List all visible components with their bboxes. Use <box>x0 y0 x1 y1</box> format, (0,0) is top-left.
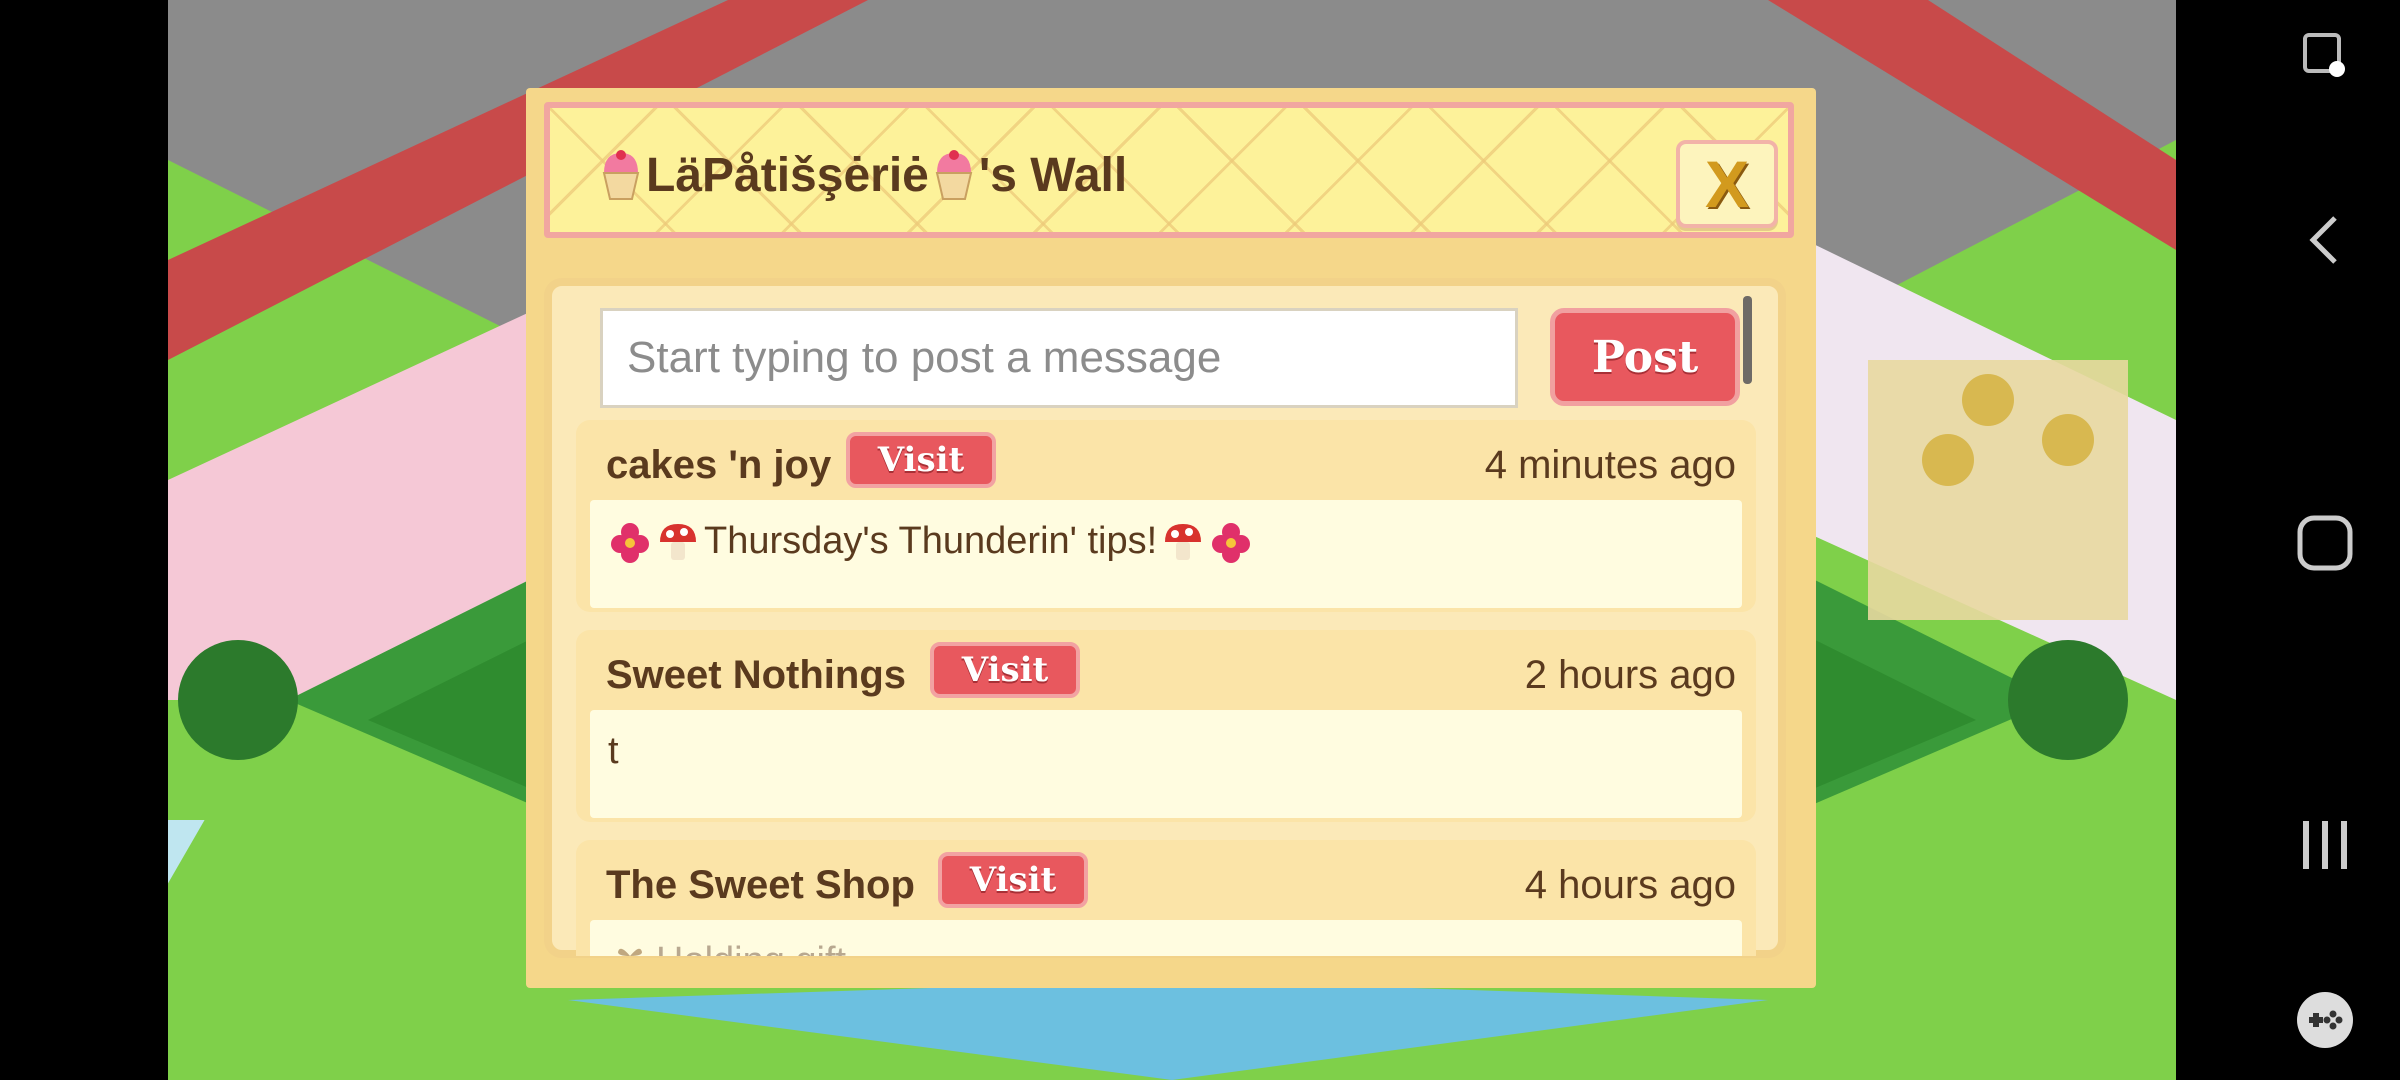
game-tools-icon <box>2297 992 2353 1048</box>
wall-post: The Sweet Shop Visit 4 hours ago Holding… <box>576 840 1756 956</box>
back-icon <box>2309 216 2337 264</box>
post-message: Holding gift <box>590 920 1742 956</box>
screen-capture-icon <box>2303 33 2345 77</box>
wall-header: LäPåtišşėriė 's Wall <box>544 102 1794 238</box>
game-tools-button[interactable] <box>2290 985 2360 1055</box>
post-author: Sweet Nothings <box>606 653 907 697</box>
close-button[interactable]: X <box>1676 140 1778 228</box>
visit-button[interactable]: Visit <box>930 642 1080 698</box>
recents-button[interactable] <box>2290 810 2360 880</box>
post-message: t <box>590 710 1742 818</box>
visit-button[interactable]: Visit <box>938 852 1088 908</box>
back-button[interactable] <box>2290 205 2360 275</box>
post-author: cakes 'n joy <box>606 443 832 487</box>
post-message-text: t <box>608 730 619 772</box>
cupcake-icon <box>935 150 973 200</box>
mushroom-icon <box>660 524 696 560</box>
home-button[interactable] <box>2290 508 2360 578</box>
post-message-input[interactable]: Start typing to post a message <box>600 308 1518 408</box>
flower-icon <box>1212 523 1251 563</box>
visit-button[interactable]: Visit <box>846 432 996 488</box>
wall-post: cakes 'n joy Visit 4 minutes ago Thursda… <box>576 420 1756 612</box>
wall-post: Sweet Nothings Visit 2 hours ago t <box>576 630 1756 822</box>
flower-icon <box>611 523 649 563</box>
scrollbar[interactable] <box>1743 296 1752 384</box>
screen-capture-button[interactable] <box>2290 20 2360 90</box>
wall-title-suffix: 's Wall <box>978 148 1128 202</box>
wall-posts-list[interactable]: cakes 'n joy Visit 4 minutes ago Thursda… <box>560 420 1760 956</box>
post-time: 4 minutes ago <box>1484 443 1736 487</box>
mushroom-icon <box>1165 524 1202 560</box>
post-time: 2 hours ago <box>1524 653 1736 697</box>
post-time: 4 hours ago <box>1524 863 1736 907</box>
post-message-text: Holding gift <box>656 940 846 956</box>
wall-owner-name: LäPåtišşėriė <box>646 148 929 202</box>
wall-title: LäPåtišşėriė 's Wall <box>598 142 1127 208</box>
home-icon <box>2297 515 2353 571</box>
close-icon: X <box>1704 147 1750 221</box>
cupcake-icon <box>602 150 640 200</box>
system-nav-bar <box>2176 0 2400 1080</box>
gift-icon <box>618 948 642 956</box>
post-author: The Sweet Shop <box>606 863 915 907</box>
post-message: Thursday's Thunderin' tips! <box>590 500 1742 608</box>
post-button[interactable]: Post <box>1550 308 1740 406</box>
recents-icon <box>2303 821 2347 869</box>
post-message-text: Thursday's Thunderin' tips! <box>704 520 1158 562</box>
